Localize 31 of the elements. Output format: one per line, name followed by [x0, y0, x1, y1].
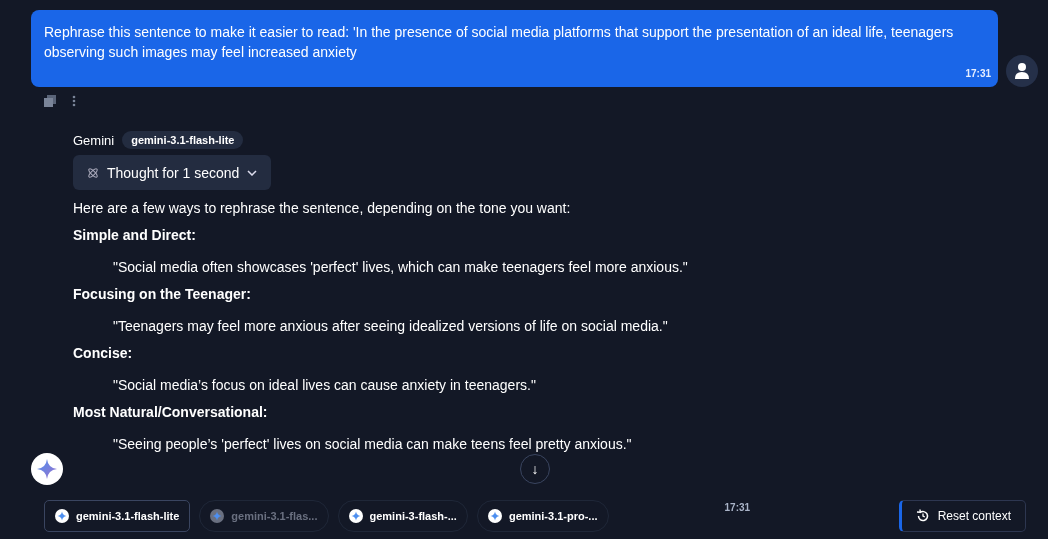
sparkle-icon: [348, 509, 363, 523]
sparkle-icon: [210, 509, 225, 523]
atom-icon: [87, 166, 99, 179]
sparkle-logo-icon: [31, 453, 63, 485]
assistant-name: Gemini: [73, 132, 115, 148]
model-chip[interactable]: gemini-3.1-pro-...: [476, 500, 609, 532]
quote-text: "Social media’s focus on ideal lives can cause anxiety in teenagers.": [113, 377, 537, 394]
reset-context-button[interactable]: Reset context: [898, 500, 1026, 532]
user-avatar-icon: [1006, 55, 1038, 87]
history-icon: [915, 509, 930, 523]
section-heading: Simple and Direct:: [73, 227, 197, 244]
sparkle-icon: [487, 509, 502, 523]
model-tag: gemini-3.1-flash-lite: [122, 131, 244, 149]
sparkle-icon: [55, 509, 69, 523]
section-heading: Focusing on the Teenager:: [73, 286, 252, 303]
section-heading: Concise:: [73, 345, 134, 362]
quote-text: "Teenagers may feel more anxious after seeing idealized versions of life on social media.": [113, 318, 669, 335]
thought-toggle-button[interactable]: Thought for 1 second: [73, 155, 272, 190]
response-text: Here are a few ways to rephrase the sentence, depending on the tone you want:: [73, 200, 572, 217]
model-chip[interactable]: gemini-3.1-flash-lite: [44, 500, 191, 532]
quote-text: "Seeing people’s 'perfect' lives on social media can make teens feel pretty anxious.": [113, 436, 633, 453]
scroll-down-button[interactable]: ↓: [520, 454, 550, 484]
quote-text: "Social media often showcases 'perfect' lives, which can make teenagers feel more anxious.": [113, 259, 689, 276]
chevron-icon: [247, 169, 258, 176]
message-time: 17:31: [724, 502, 751, 513]
user-message-text: Rephrase this sentence to make it easier to read: 'In the presence of social media platforms that support the presentation of an ideal life, teenagers observing such images may feel increased anxiety: [44, 23, 955, 62]
copy-icon[interactable]: [44, 95, 56, 107]
message-time: 17:31: [965, 68, 991, 79]
section-heading: Most Natural/Conversational:: [73, 404, 269, 421]
more-options-icon[interactable]: [72, 95, 76, 107]
model-chip[interactable]: gemini-3-flash-...: [337, 500, 468, 532]
